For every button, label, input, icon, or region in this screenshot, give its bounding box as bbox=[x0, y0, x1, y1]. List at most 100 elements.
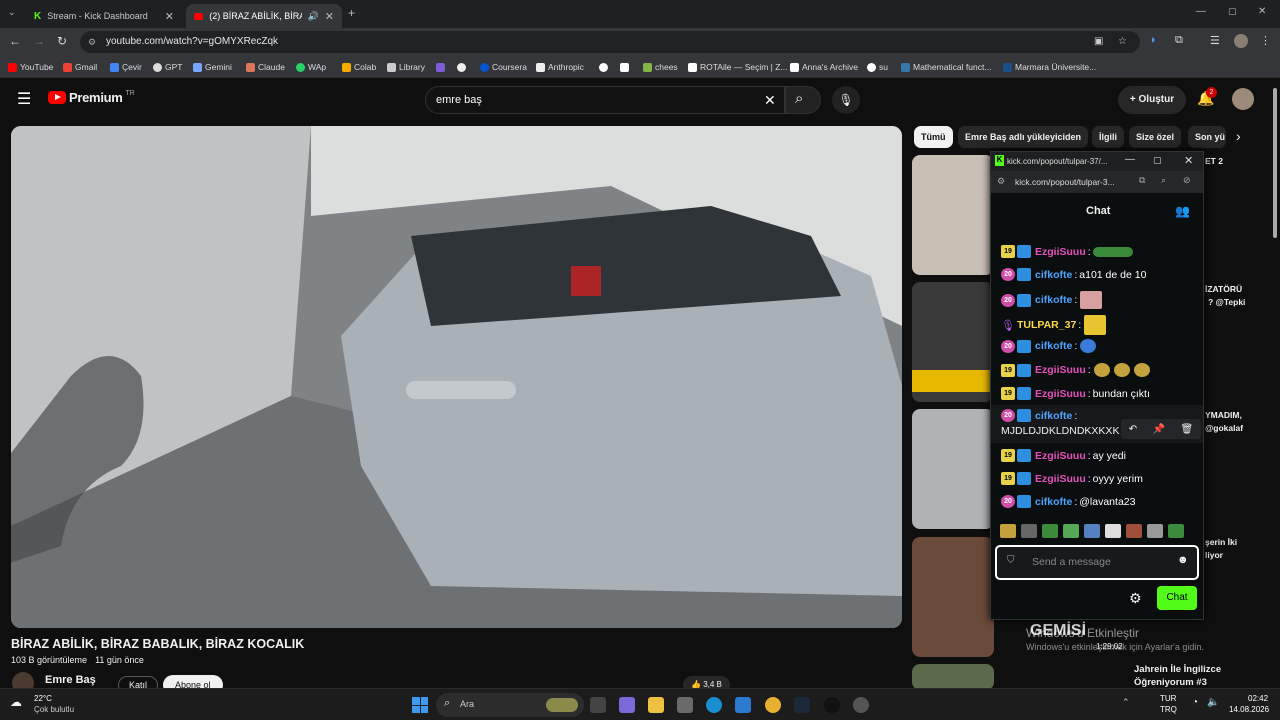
pin-icon[interactable]: 📌 bbox=[1153, 424, 1165, 435]
bookmark-star-icon[interactable]: ☆ bbox=[1118, 31, 1127, 53]
related-video-title[interactable]: İZATÖRÜ bbox=[1205, 284, 1242, 294]
related-video-thumbnail[interactable] bbox=[912, 409, 994, 529]
language-code[interactable]: TUR bbox=[1160, 694, 1176, 703]
clock-time[interactable]: 02:42 bbox=[1248, 694, 1268, 703]
edge-icon[interactable] bbox=[706, 697, 722, 713]
send-chat-button[interactable]: Chat bbox=[1157, 586, 1197, 610]
close-icon[interactable]: ✕ bbox=[325, 10, 334, 23]
settings-gear-icon[interactable]: ⚙ bbox=[1129, 590, 1142, 607]
extensions-puzzle-icon[interactable]: ⧉ bbox=[1175, 34, 1183, 47]
back-icon[interactable]: ← bbox=[9, 34, 21, 48]
emoji-icon[interactable]: ☻ bbox=[1177, 554, 1189, 566]
taskbar-search[interactable]: ⌕ Ara bbox=[436, 693, 584, 717]
account-avatar[interactable] bbox=[1232, 88, 1254, 110]
related-video-thumbnail[interactable] bbox=[912, 664, 994, 690]
bookmark-coursera[interactable]: Coursera bbox=[480, 56, 527, 78]
related-video-title[interactable]: Jahrein İle İngilizce bbox=[1134, 664, 1221, 675]
maximize-button[interactable]: ▢ bbox=[1153, 155, 1162, 166]
related-video-thumbnail[interactable] bbox=[912, 282, 994, 402]
popup-address-bar[interactable]: ⚙ kick.com/popout/tulpar-3... ⧉ ⌕ ⊘ bbox=[991, 171, 1203, 193]
bookmark-youtube[interactable]: YouTube bbox=[8, 56, 53, 78]
bookmark-github[interactable] bbox=[457, 56, 466, 78]
clear-search-icon[interactable]: ✕ bbox=[764, 87, 776, 113]
keyboard-layout[interactable]: TRQ bbox=[1160, 705, 1177, 714]
bookmark-tv[interactable] bbox=[620, 56, 629, 78]
speaker-icon[interactable]: 🔊 bbox=[308, 11, 319, 22]
maximize-button[interactable]: ▢ bbox=[1228, 6, 1237, 17]
bookmark-marmara[interactable]: Marmara Üniversite... bbox=[1003, 56, 1096, 78]
bookmark-library[interactable]: Library bbox=[387, 56, 425, 78]
reload-icon[interactable]: ↻ bbox=[57, 34, 67, 48]
store-icon[interactable] bbox=[677, 697, 693, 713]
profile-avatar[interactable] bbox=[1234, 34, 1248, 48]
zoom-icon[interactable]: ⌕ bbox=[1161, 175, 1166, 186]
volume-icon[interactable]: 🔈 bbox=[1207, 697, 1219, 708]
related-video-title[interactable]: liyor bbox=[1205, 550, 1223, 560]
windows-start-icon[interactable] bbox=[412, 697, 428, 713]
chip-from-uploader[interactable]: Emre Baş adlı yükleyiciden bbox=[958, 126, 1089, 148]
message-input[interactable]: ⛉ Send a message ☻ bbox=[995, 545, 1199, 580]
hamburger-menu-icon[interactable]: ☰ bbox=[17, 89, 31, 109]
emote[interactable] bbox=[1147, 524, 1163, 538]
delete-icon[interactable]: 🗑 bbox=[1181, 424, 1194, 435]
related-video-thumbnail[interactable] bbox=[912, 155, 994, 275]
tab-youtube-video[interactable]: (2) BİRAZ ABİLİK, BİRAZ BA 🔊 ✕ bbox=[186, 4, 342, 28]
emote[interactable] bbox=[1084, 524, 1100, 538]
forward-icon[interactable]: → bbox=[33, 34, 45, 48]
related-video-title[interactable]: YMADIM, bbox=[1205, 410, 1242, 420]
bookmark-claude[interactable]: Claude bbox=[246, 56, 285, 78]
search-input[interactable]: emre baş ✕ bbox=[425, 86, 785, 114]
translate-icon[interactable]: ⧉ bbox=[1139, 175, 1145, 186]
channel-name[interactable]: Emre Baş bbox=[45, 674, 96, 686]
bookmark-chess[interactable]: chees bbox=[643, 56, 678, 78]
bookmark-google[interactable] bbox=[599, 56, 608, 78]
chip-all[interactable]: Tümü bbox=[914, 126, 953, 148]
related-video-title[interactable]: şerin İki bbox=[1205, 537, 1237, 547]
create-button[interactable]: + Oluştur bbox=[1118, 86, 1186, 114]
emote[interactable] bbox=[1000, 524, 1016, 538]
bookmark-rotaile[interactable]: ROTAile — Seçim | Z... bbox=[688, 56, 788, 78]
related-video-title[interactable]: ET 2 bbox=[1205, 156, 1223, 166]
bookmark-colab[interactable]: Colab bbox=[342, 56, 376, 78]
task-view-icon[interactable] bbox=[590, 697, 606, 713]
media-icon[interactable]: ☰ bbox=[1210, 34, 1220, 47]
emote[interactable] bbox=[1021, 524, 1037, 538]
tab-kick-dashboard[interactable]: K Stream - Kick Dashboard ✕ bbox=[26, 4, 182, 28]
reply-icon[interactable]: ↶ bbox=[1129, 424, 1137, 435]
obs-icon[interactable] bbox=[824, 697, 840, 713]
tab-search-icon[interactable]: ⌄ bbox=[8, 7, 16, 18]
menu-kebab-icon[interactable]: ⋮ bbox=[1260, 34, 1271, 47]
bookmark-math[interactable]: Mathematical funct... bbox=[901, 56, 991, 78]
chip-for-you[interactable]: Size özel bbox=[1129, 126, 1182, 148]
vscode-icon[interactable] bbox=[735, 697, 751, 713]
chevron-right-icon[interactable]: › bbox=[1236, 128, 1241, 144]
emote[interactable] bbox=[1168, 524, 1184, 538]
eye-off-icon[interactable]: ⊘ bbox=[1183, 175, 1191, 186]
users-icon[interactable]: 👥 bbox=[1175, 204, 1190, 218]
emote[interactable] bbox=[1126, 524, 1142, 538]
chip-related[interactable]: İlgili bbox=[1092, 126, 1124, 148]
chrome-icon[interactable] bbox=[765, 697, 781, 713]
emote[interactable] bbox=[1042, 524, 1058, 538]
file-explorer-icon[interactable] bbox=[648, 697, 664, 713]
minimize-button[interactable]: — bbox=[1196, 6, 1206, 17]
bookmark-translate[interactable]: Çevir bbox=[110, 56, 142, 78]
extension-icon[interactable]: ◗ bbox=[1150, 34, 1157, 46]
clock-date[interactable]: 14.08.2026 bbox=[1229, 705, 1269, 714]
wifi-icon[interactable]: ◔ bbox=[1192, 697, 1198, 708]
cast-icon[interactable]: ▣ bbox=[1094, 31, 1103, 53]
emote[interactable] bbox=[1105, 524, 1121, 538]
related-video-title[interactable]: ? @Tepki bbox=[1208, 297, 1245, 307]
emote[interactable] bbox=[1063, 524, 1079, 538]
new-tab-button[interactable]: + bbox=[348, 6, 355, 20]
bookmark-extension[interactable] bbox=[436, 56, 445, 78]
related-video-title[interactable]: @gokalaf bbox=[1205, 423, 1243, 433]
address-bar[interactable]: ⚙ youtube.com/watch?v=gOMYXRecZqk ▣ ☆ bbox=[80, 31, 1140, 53]
bookmark-gmail[interactable]: Gmail bbox=[63, 56, 97, 78]
settings-icon[interactable] bbox=[853, 697, 869, 713]
search-button[interactable]: ⌕ bbox=[785, 86, 821, 114]
copilot-icon[interactable] bbox=[619, 697, 635, 713]
tray-overflow-icon[interactable]: ⌃ bbox=[1122, 697, 1130, 708]
related-video-thumbnail[interactable] bbox=[912, 537, 994, 657]
bookmark-whatsapp[interactable]: WAp bbox=[296, 56, 326, 78]
